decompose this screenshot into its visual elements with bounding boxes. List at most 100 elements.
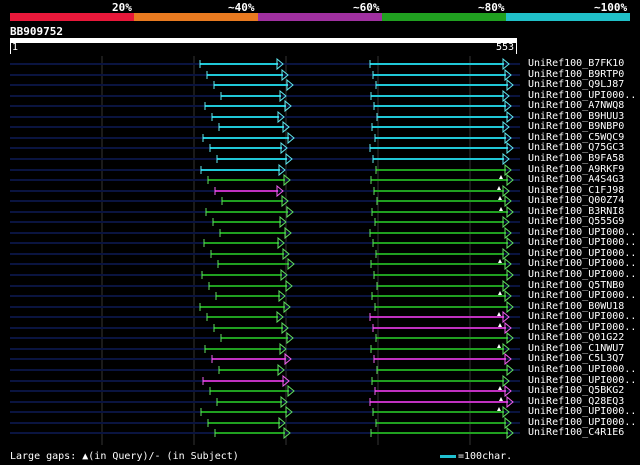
query-gap-marker xyxy=(498,259,502,263)
hit-segment-first xyxy=(202,374,290,388)
hit-segment-second xyxy=(374,300,514,314)
query-gap-marker xyxy=(498,323,502,327)
hit-name-link[interactable]: UniRef100_UPI000.. xyxy=(528,237,636,248)
hit-segment-first xyxy=(208,279,293,293)
hit-segment-second xyxy=(369,395,514,409)
hit-segment-first xyxy=(211,110,285,124)
hit-name-link[interactable]: UniRef100_UPI000.. xyxy=(528,406,636,417)
hit-segment-first xyxy=(217,257,295,271)
hit-name-link[interactable]: UniRef100_UPI000.. xyxy=(528,269,636,280)
gaps-label: Large gaps: xyxy=(10,451,77,462)
hit-segment-first xyxy=(212,215,287,229)
query-gap-marker xyxy=(499,207,503,211)
hit-segment-second xyxy=(370,89,510,103)
scale-legend: =100char. xyxy=(440,451,512,462)
hit-segment-first xyxy=(206,68,289,82)
hit-segment-second xyxy=(375,331,514,345)
query-gap-marker xyxy=(497,407,501,411)
hit-segment-first xyxy=(220,89,287,103)
hit-segment-second xyxy=(370,173,514,187)
hit-segment-first xyxy=(204,342,287,356)
hit-segment-first xyxy=(200,163,286,177)
hit-segment-second xyxy=(370,257,512,271)
query-gap-marker xyxy=(497,186,501,190)
hit-segment-second xyxy=(376,279,510,293)
hit-segment-first xyxy=(216,395,288,409)
hit-segment-second xyxy=(369,226,512,240)
hit-segment-first xyxy=(207,416,286,430)
hit-segment-first xyxy=(221,194,289,208)
hit-segment-second xyxy=(376,110,514,124)
hit-segment-second xyxy=(372,152,510,166)
hit-segment-second xyxy=(369,141,514,155)
hit-segment-first xyxy=(211,352,292,366)
hit-segment-second xyxy=(369,310,510,324)
hit-segment-second xyxy=(372,68,512,82)
hit-segment-second xyxy=(375,416,512,430)
hit-name-link[interactable]: UniRef100_UPI000.. xyxy=(528,258,636,269)
hit-segment-second xyxy=(373,99,512,113)
hit-segment-second xyxy=(376,363,514,377)
hit-name-link[interactable]: UniRef100_B7FK10 xyxy=(528,58,624,69)
hit-name-link[interactable]: UniRef100_Q555G9 xyxy=(528,216,624,227)
hit-segment-first xyxy=(214,184,284,198)
query-gap-marker xyxy=(497,344,501,348)
hit-segment-first xyxy=(214,426,291,440)
query-gap-marker xyxy=(498,291,502,295)
hit-segment-second xyxy=(370,342,510,356)
hit-name-link[interactable]: UniRef100_Q5BKG2 xyxy=(528,385,624,396)
query-gap-marker xyxy=(497,312,501,316)
hit-segment-first xyxy=(218,120,290,134)
hit-segment-first xyxy=(219,226,292,240)
query-gap-marker xyxy=(498,196,502,200)
hit-name-link[interactable]: UniRef100_UPI000.. xyxy=(528,290,636,301)
hit-name-link[interactable]: UniRef100_Q9LJ87 xyxy=(528,79,624,90)
hit-name-link[interactable]: UniRef100_UPI000.. xyxy=(528,364,636,375)
hit-name-link[interactable]: UniRef100_UPI000.. xyxy=(528,311,636,322)
hit-segment-first xyxy=(209,384,295,398)
hit-segment-second xyxy=(371,205,514,219)
hit-segment-second xyxy=(376,194,512,208)
hit-segment-first xyxy=(201,268,288,282)
hit-segment-first xyxy=(206,310,284,324)
hit-name-link[interactable]: UniRef100_Q01G22 xyxy=(528,332,624,343)
hit-segment-first xyxy=(215,289,286,303)
hit-segment-second xyxy=(372,236,514,250)
hit-name-link[interactable]: UniRef100_C4R1E6 xyxy=(528,427,624,438)
hit-segment-second xyxy=(375,163,512,177)
hit-segment-second xyxy=(373,352,512,366)
query-gap-marker xyxy=(498,386,502,390)
hit-segment-first xyxy=(199,57,284,71)
query-gap-marker xyxy=(499,175,503,179)
hit-segment-first xyxy=(210,247,290,261)
hit-segment-second xyxy=(372,321,512,335)
hit-segment-second xyxy=(375,78,514,92)
hit-segment-first xyxy=(200,405,293,419)
query-gap-marker xyxy=(499,397,503,401)
hit-segment-second xyxy=(374,384,512,398)
hit-segment-first xyxy=(199,300,291,314)
scale-label: =100char. xyxy=(458,451,513,462)
hit-segment-second xyxy=(374,215,510,229)
gaps-legend: Large gaps: ▲(in Query)/- (in Subject) xyxy=(10,451,239,462)
scale-bar-icon xyxy=(440,454,456,458)
hit-segment-first xyxy=(209,141,288,155)
hit-segment-first xyxy=(213,78,294,92)
hit-segment-first xyxy=(204,99,292,113)
hit-name-link[interactable]: UniRef100_B9FA58 xyxy=(528,153,624,164)
hit-segment-second xyxy=(372,405,510,419)
hit-name-link[interactable]: UniRef100_A7NWQ8 xyxy=(528,100,624,111)
hit-name-link[interactable]: UniRef100_A4S4G3 xyxy=(528,174,624,185)
hit-segment-first xyxy=(220,331,294,345)
hit-segment-second xyxy=(375,247,510,261)
hit-segment-first xyxy=(205,205,294,219)
hit-name-link[interactable]: UniRef100_Q75GC3 xyxy=(528,142,624,153)
hit-segment-second xyxy=(374,131,512,145)
hit-segment-second xyxy=(373,184,510,198)
hit-segment-second xyxy=(369,57,510,71)
hit-segment-second xyxy=(373,268,514,282)
hit-name-link[interactable]: UniRef100_C5L3Q7 xyxy=(528,353,624,364)
hit-segment-first xyxy=(216,152,293,166)
hit-name-link[interactable]: UniRef100_B9NBP0 xyxy=(528,121,624,132)
hit-name-link[interactable]: UniRef100_Q00Z74 xyxy=(528,195,624,206)
